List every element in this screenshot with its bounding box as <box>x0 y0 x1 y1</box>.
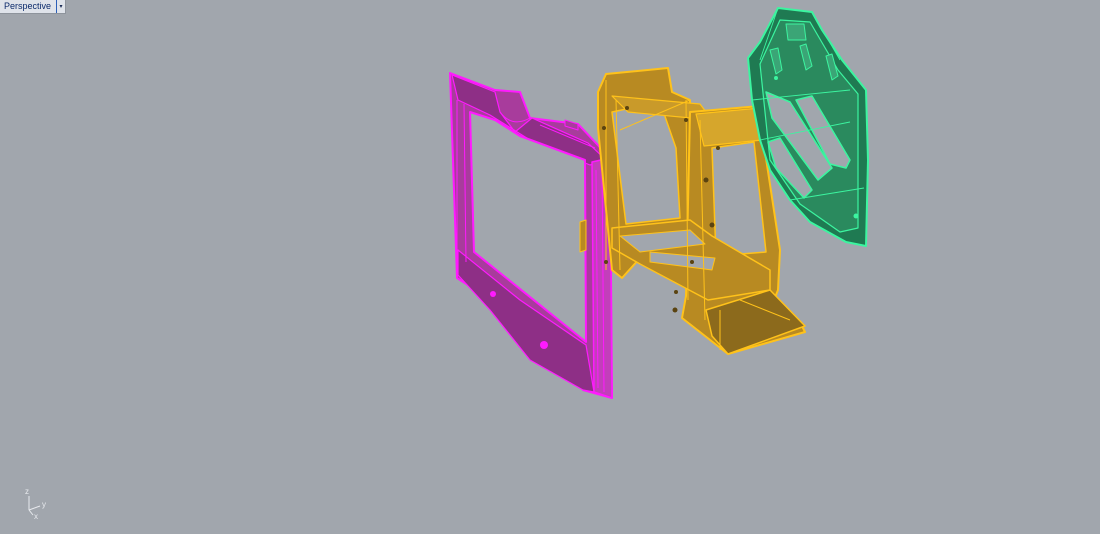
axis-y-label: y <box>42 500 46 509</box>
axis-z-label: z <box>25 487 29 496</box>
front-frame[interactable] <box>449 72 613 399</box>
model-scene: z y x <box>25 7 869 521</box>
perspective-viewport[interactable]: Perspective ▾ z y x <box>0 0 1100 534</box>
axis-triad: z y x <box>25 487 46 521</box>
axis-x-label: x <box>34 512 38 521</box>
